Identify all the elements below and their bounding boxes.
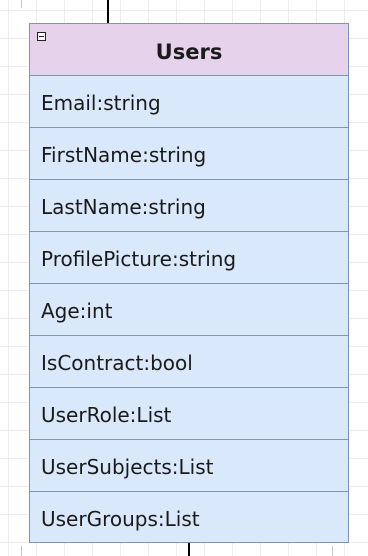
class-title: Users [155,40,223,64]
attribute-user-role[interactable]: UserRole:List [30,388,348,440]
attribute-email[interactable]: Email:string [30,76,348,128]
grid-tick [21,0,22,8]
grid-tick [21,546,22,556]
grid-tick [332,546,333,556]
attribute-profile-picture[interactable]: ProfilePicture:string [30,232,348,284]
attribute-age[interactable]: Age:int [30,284,348,336]
class-header: Users [30,24,348,76]
attribute-user-subjects[interactable]: UserSubjects:List [30,440,348,492]
attribute-first-name[interactable]: FirstName:string [30,128,348,180]
relationship-line-bottom [188,543,190,556]
attribute-last-name[interactable]: LastName:string [30,180,348,232]
attribute-is-contract[interactable]: IsContract:bool [30,336,348,388]
relationship-line-top [107,0,109,25]
attribute-user-groups[interactable]: UserGroups:List [30,492,348,544]
users-class-box[interactable]: Users Email:string FirstName:string Last… [29,23,349,543]
attribute-list: Email:string FirstName:string LastName:s… [30,76,348,544]
